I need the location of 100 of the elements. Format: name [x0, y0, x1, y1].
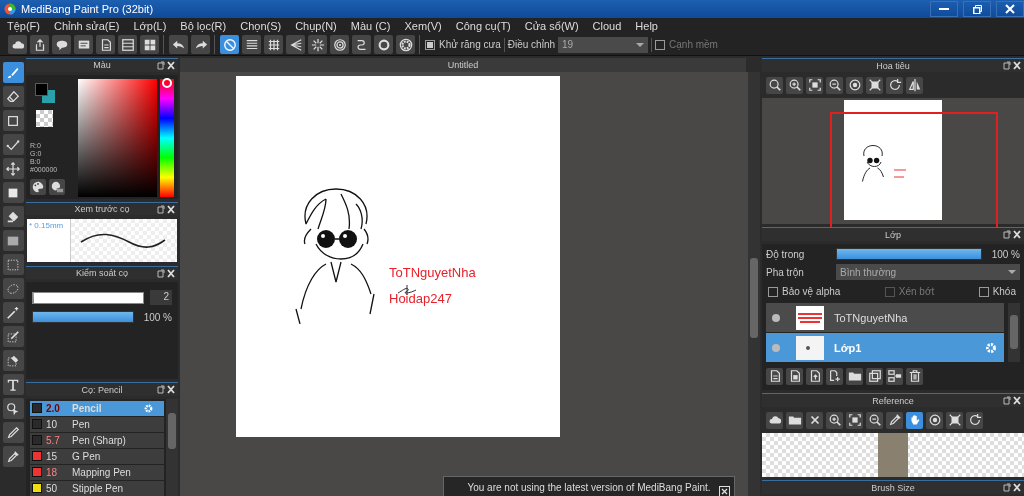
- dashed-ellipse-button[interactable]: [2, 278, 24, 299]
- brush-list-item[interactable]: 15 G Pen: [30, 449, 164, 464]
- brush-list-item[interactable]: 2.0 Pencil: [30, 401, 164, 416]
- document-tab[interactable]: Untitled: [180, 58, 746, 72]
- layer-opacity-slider[interactable]: [836, 248, 982, 260]
- hue-slider-thumb[interactable]: [162, 78, 173, 88]
- pen-nib-button[interactable]: [2, 422, 24, 443]
- undo-arrow-button[interactable]: [169, 35, 188, 54]
- magic-wand-button[interactable]: [2, 302, 24, 323]
- minimize-button[interactable]: [930, 1, 958, 17]
- checkbox[interactable]: [978, 286, 989, 297]
- visibility-dot[interactable]: [772, 343, 780, 352]
- pointer-button[interactable]: [2, 398, 24, 419]
- menu-item[interactable]: Cloud: [592, 20, 622, 32]
- folder-button[interactable]: [786, 411, 803, 429]
- rotate-right-button[interactable]: [886, 76, 903, 94]
- menu-item[interactable]: Chọn(S): [240, 20, 282, 32]
- menu-item[interactable]: Tệp(F): [7, 20, 40, 32]
- trash-button[interactable]: [906, 367, 923, 385]
- polyline-button[interactable]: [2, 134, 24, 155]
- transparent-color-swatch[interactable]: [36, 109, 53, 127]
- menu-item[interactable]: Chỉnh sửa(E): [54, 20, 120, 32]
- saturation-value-picker[interactable]: [78, 78, 158, 197]
- filled-square-button[interactable]: [2, 182, 24, 203]
- visibility-dot[interactable]: [772, 313, 780, 322]
- snap-off-button[interactable]: [220, 35, 239, 54]
- magnifier-button[interactable]: [766, 76, 783, 94]
- zoom-out-button[interactable]: [866, 411, 883, 429]
- ring-button[interactable]: [374, 35, 393, 54]
- menu-item[interactable]: Cửa sổ(W): [524, 20, 579, 32]
- close-button[interactable]: [996, 1, 1024, 17]
- brush-list-item[interactable]: 10 Pen: [30, 417, 164, 432]
- brush-list-item[interactable]: 18 Mapping Pen: [30, 465, 164, 480]
- document-button[interactable]: [96, 35, 115, 54]
- folder-button[interactable]: [846, 367, 863, 385]
- palette-cloud-button[interactable]: [49, 178, 65, 195]
- menu-item[interactable]: Help: [635, 20, 658, 32]
- document-arrow-button[interactable]: [806, 367, 823, 385]
- document-button[interactable]: [766, 367, 783, 385]
- brush-list-item[interactable]: 5.7 Pen (Sharp): [30, 433, 164, 448]
- document-badge-button[interactable]: [786, 367, 803, 385]
- grid-button[interactable]: [264, 35, 283, 54]
- duplicate-button[interactable]: [866, 367, 883, 385]
- gradient-square-button[interactable]: [2, 230, 24, 251]
- opacity-slider[interactable]: [32, 311, 134, 324]
- menu-item[interactable]: Bộ lọc(R): [180, 20, 227, 32]
- gear-button[interactable]: [396, 35, 415, 54]
- fit-screen-button[interactable]: [866, 76, 883, 94]
- cloud-button[interactable]: [8, 35, 27, 54]
- merge-button[interactable]: [886, 367, 903, 385]
- parallel-lines-button[interactable]: [242, 35, 261, 54]
- scrollbar[interactable]: [748, 72, 760, 496]
- hand-button[interactable]: [906, 411, 923, 429]
- rotate-right-button[interactable]: [966, 411, 983, 429]
- cloud-button[interactable]: [766, 411, 783, 429]
- menu-item[interactable]: Xem(V): [404, 20, 442, 32]
- curve-button[interactable]: [352, 35, 371, 54]
- comment-button[interactable]: [74, 35, 93, 54]
- menu-item[interactable]: Lớp(L): [133, 20, 167, 32]
- zoom-out-button[interactable]: [826, 76, 843, 94]
- upload-button[interactable]: [30, 35, 49, 54]
- correction-dropdown[interactable]: 19: [558, 36, 649, 53]
- square-outline-button[interactable]: [2, 110, 24, 131]
- grid-sheet-button[interactable]: [140, 35, 159, 54]
- brush-size-field[interactable]: 2: [150, 290, 172, 306]
- layer-row[interactable]: ToTNguyetNha: [766, 303, 1004, 332]
- brush-button[interactable]: [2, 62, 24, 83]
- checkbox[interactable]: [768, 286, 778, 297]
- menu-item[interactable]: Màu (C): [350, 20, 391, 32]
- restore-button[interactable]: [963, 1, 991, 17]
- fit-frame-button[interactable]: [846, 411, 863, 429]
- scrollbar[interactable]: [1008, 303, 1020, 362]
- speech-bubble-button[interactable]: [52, 35, 71, 54]
- burst-lines-button[interactable]: [308, 35, 327, 54]
- checkbox[interactable]: [655, 39, 666, 50]
- concentric-circles-button[interactable]: [330, 35, 349, 54]
- brush-list-item[interactable]: 50 Stipple Pen: [30, 481, 164, 496]
- zoom-in-button[interactable]: [786, 76, 803, 94]
- eyedropper-button[interactable]: [2, 446, 24, 467]
- zoom-in-button[interactable]: [826, 411, 843, 429]
- scrollbar[interactable]: [166, 399, 178, 496]
- menu-item[interactable]: Chụp(N): [295, 20, 337, 32]
- paint-bucket-button[interactable]: [2, 206, 24, 227]
- blend-mode-dropdown[interactable]: Bình thường: [836, 264, 1020, 280]
- palette-button[interactable]: [30, 178, 46, 195]
- flip-button[interactable]: [906, 76, 923, 94]
- close-button[interactable]: [806, 411, 823, 429]
- eyedropper-button[interactable]: [886, 411, 903, 429]
- checkbox[interactable]: [425, 39, 435, 50]
- hue-slider[interactable]: [160, 78, 174, 197]
- fit-screen-button[interactable]: [946, 411, 963, 429]
- move-arrows-button[interactable]: [2, 158, 24, 179]
- text-tool-button[interactable]: [2, 374, 24, 395]
- menu-item[interactable]: Công cụ(T): [455, 20, 511, 32]
- redo-arrow-button[interactable]: [191, 35, 210, 54]
- fit-frame-button[interactable]: [806, 76, 823, 94]
- navigator-view[interactable]: [762, 98, 1024, 224]
- eraser-button[interactable]: [2, 86, 24, 107]
- list-button[interactable]: [118, 35, 137, 54]
- perspective-lines-button[interactable]: [286, 35, 305, 54]
